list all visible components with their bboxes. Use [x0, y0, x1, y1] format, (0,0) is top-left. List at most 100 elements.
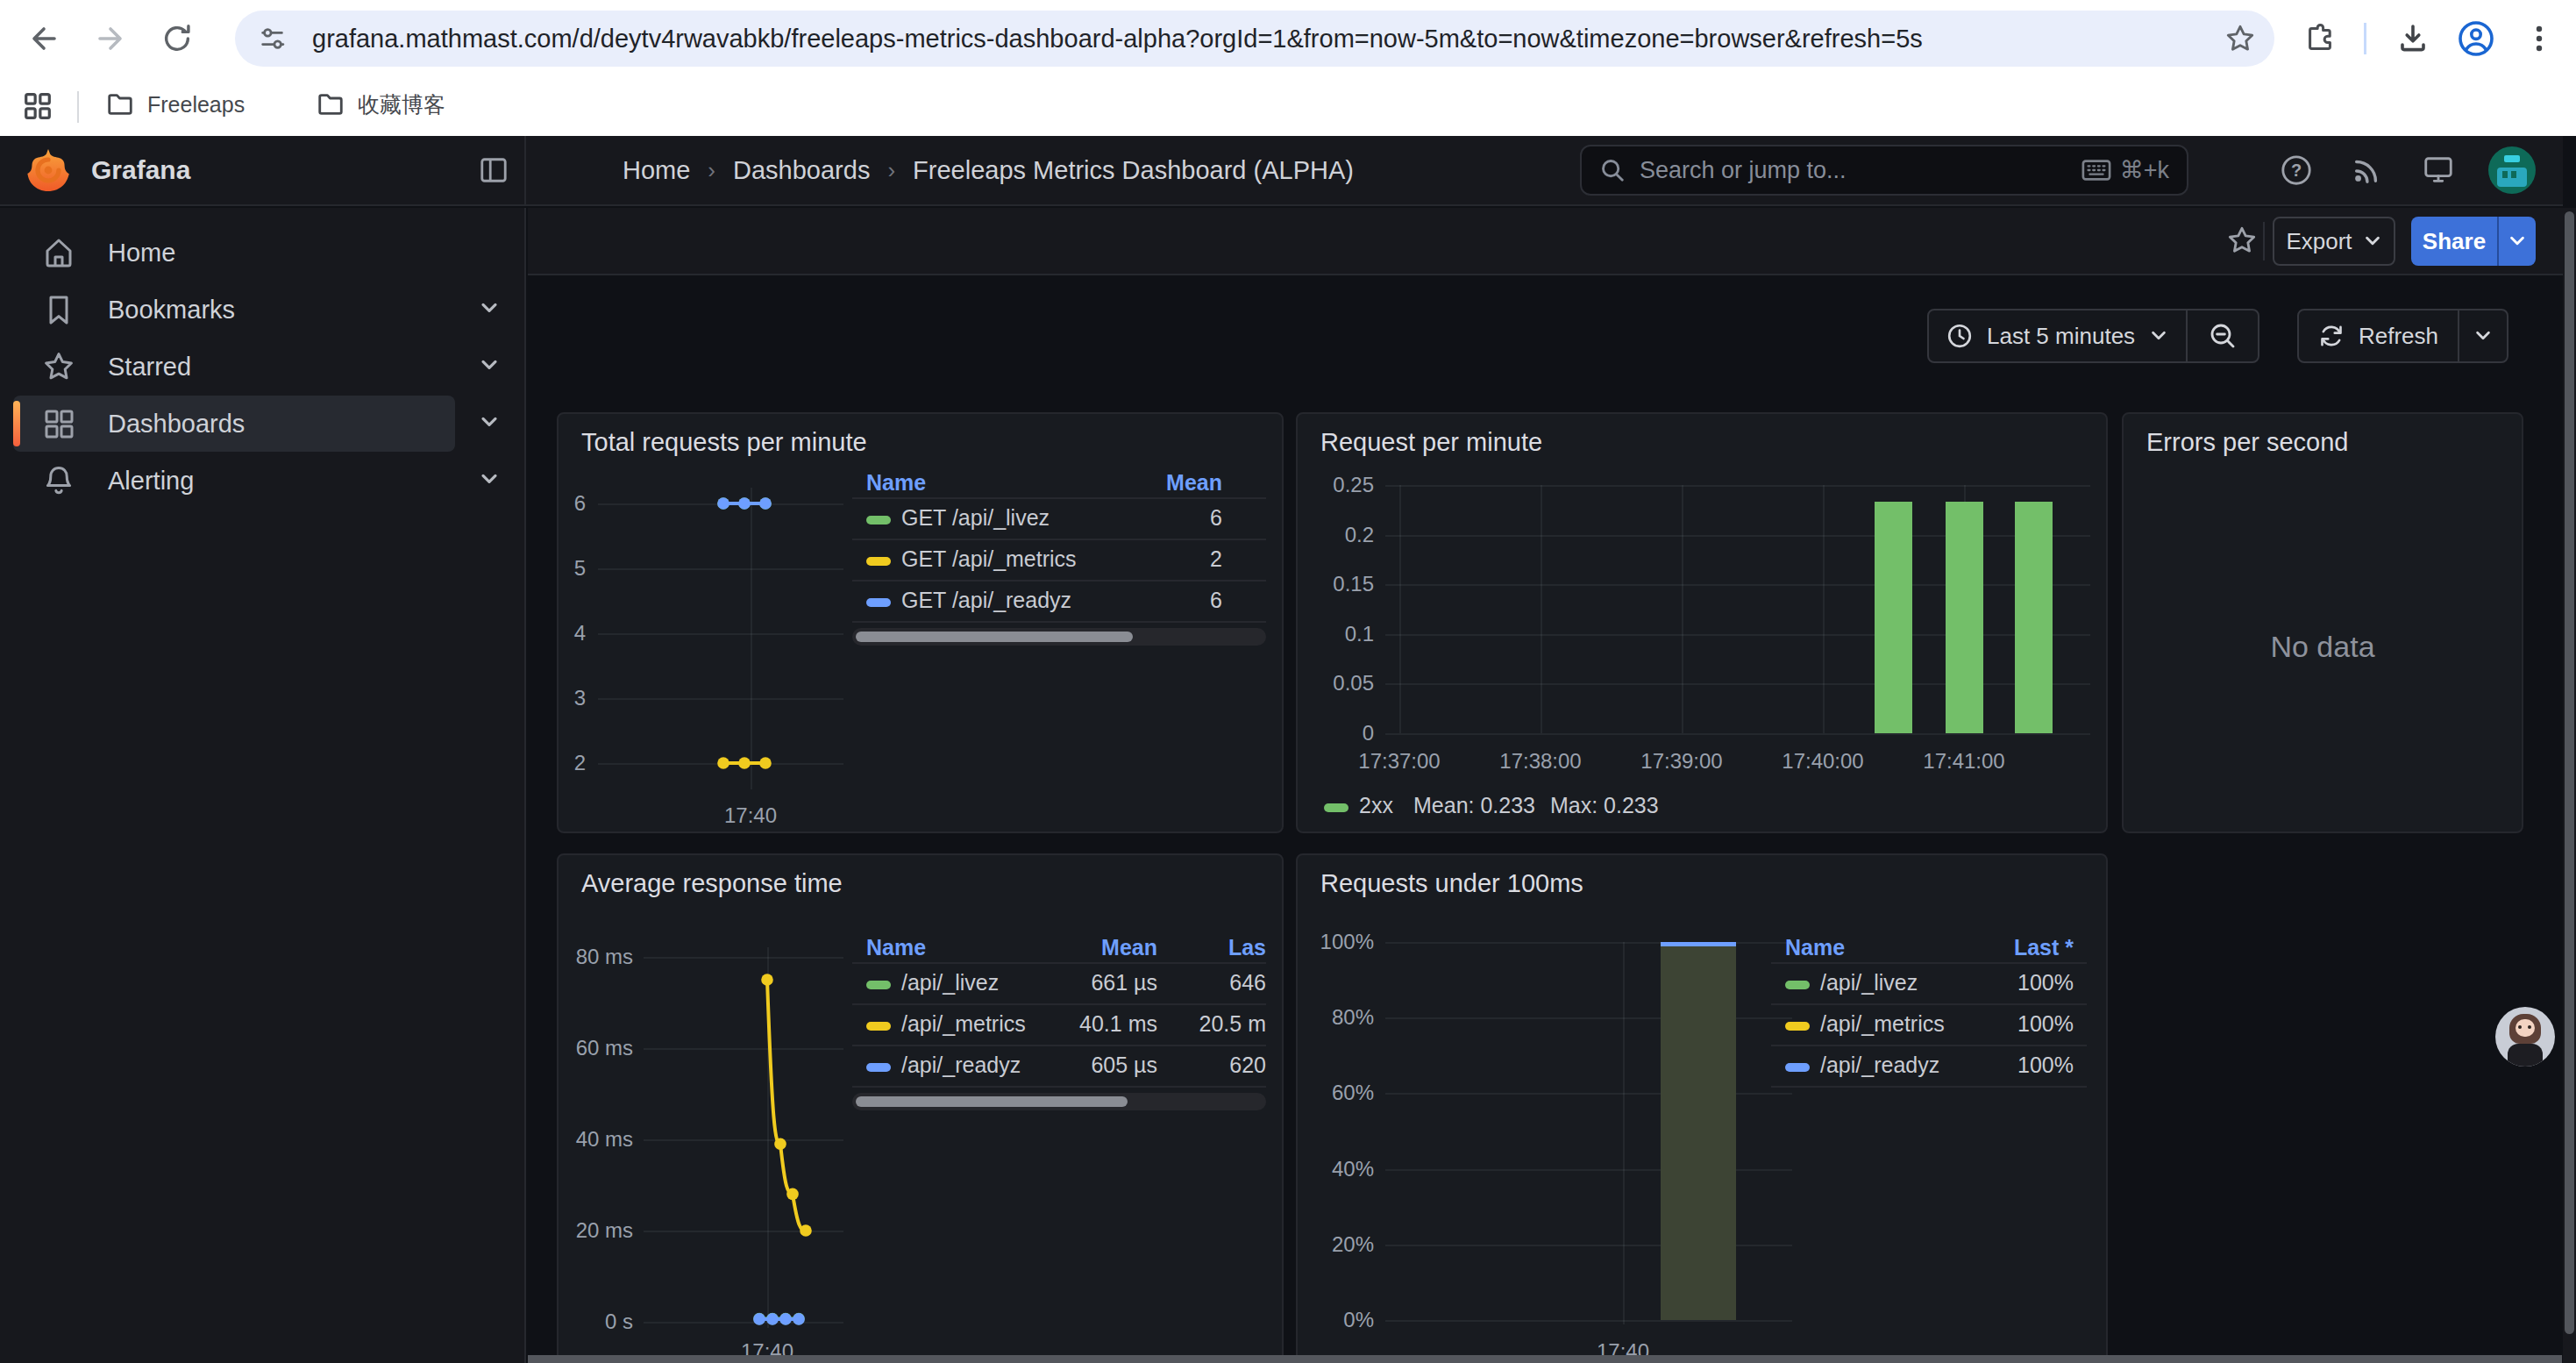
bookmark-folder-label: Freeleaps	[147, 92, 245, 118]
breadcrumb-home[interactable]: Home	[623, 156, 690, 185]
dashboards-icon	[41, 406, 76, 441]
search-shortcut: ⌘+k	[2120, 156, 2169, 184]
sidebar-item-starred[interactable]: Starred	[13, 339, 455, 395]
zoom-out-icon	[2209, 322, 2237, 350]
no-data-message: No data	[2124, 630, 2522, 664]
panel-errors-per-second[interactable]: Errors per second No data	[2122, 412, 2523, 833]
bookmark-folder-freeleaps[interactable]: Freeleaps	[105, 89, 245, 119]
downloads-icon[interactable]	[2383, 0, 2443, 77]
active-indicator	[13, 401, 20, 446]
grafana-header-left: Grafana	[0, 136, 526, 204]
chevron-down-icon[interactable]	[477, 410, 505, 438]
chevron-down-icon	[2508, 232, 2527, 251]
bookmarks-icon	[41, 292, 76, 327]
time-range-group: Last 5 minutes	[1927, 309, 2259, 363]
floating-avatar[interactable]	[2495, 1007, 2555, 1067]
zoom-out-button[interactable]	[2188, 310, 2258, 361]
dashboard-actions-bar: Export Share	[528, 208, 2563, 275]
user-avatar[interactable]	[2488, 146, 2536, 194]
keyboard-icon	[2081, 159, 2111, 182]
sidebar-item-alerting[interactable]: Alerting	[13, 453, 455, 509]
svg-text:?: ?	[2291, 161, 2302, 180]
clock-icon	[1946, 323, 1973, 349]
bookmarks-divider	[77, 91, 79, 123]
chevron-down-icon[interactable]	[477, 296, 505, 324]
share-menu-button[interactable]	[2497, 217, 2536, 266]
panel-title: Request per minute	[1320, 428, 1542, 457]
panel-title: Errors per second	[2146, 428, 2349, 457]
refresh-interval-button[interactable]	[2459, 310, 2507, 361]
reload-button[interactable]	[147, 0, 207, 77]
help-icon[interactable]: ?	[2280, 153, 2313, 187]
breadcrumb-dashboards[interactable]: Dashboards	[733, 156, 870, 185]
time-range-label: Last 5 minutes	[1987, 323, 2135, 350]
sidebar-item-label: Alerting	[108, 467, 194, 496]
collapse-sidebar-icon[interactable]	[479, 155, 509, 185]
toolbar-divider	[2364, 23, 2366, 54]
rss-icon[interactable]	[2352, 155, 2381, 185]
refresh-label: Refresh	[2359, 323, 2438, 350]
refresh-group: Refresh	[2297, 309, 2508, 363]
vertical-scrollbar[interactable]	[2563, 208, 2576, 1363]
grafana-brand: Grafana	[91, 155, 190, 185]
forward-button[interactable]	[81, 0, 140, 77]
breadcrumb-separator: ›	[708, 157, 715, 184]
panel-title: Total requests per minute	[581, 428, 867, 457]
site-settings-icon[interactable]	[258, 24, 288, 54]
panel-requests-under-100ms[interactable]: Requests under 100ms	[1296, 853, 2108, 1363]
search-icon	[1599, 157, 1626, 183]
export-button[interactable]: Export	[2273, 217, 2395, 266]
share-button[interactable]: Share	[2411, 217, 2497, 266]
sidebar: Home Bookmarks Starred Dashboards Alerting	[0, 208, 526, 1363]
chevron-down-icon	[2473, 326, 2493, 346]
favorite-star-icon[interactable]	[2225, 224, 2259, 257]
sidebar-item-label: Starred	[108, 353, 191, 382]
apps-grid-icon[interactable]	[21, 89, 54, 123]
application-window: grafana.mathmast.com/d/deytv4rwavabkb/fr…	[0, 0, 2576, 1363]
panel-total-requests-per-minute[interactable]: Total requests per minute	[557, 412, 1284, 833]
back-button[interactable]	[14, 0, 74, 77]
chevron-down-icon	[2149, 326, 2168, 346]
actions-divider	[2263, 222, 2265, 260]
sidebar-item-home[interactable]: Home	[13, 225, 455, 281]
monitor-icon[interactable]	[2422, 153, 2455, 187]
search-input[interactable]: Search or jump to... ⌘+k	[1580, 145, 2188, 196]
chevron-down-icon	[2363, 232, 2382, 251]
share-split-button: Share	[2411, 217, 2536, 266]
home-icon	[41, 235, 76, 270]
grafana-header: Grafana Home › Dashboards › Freeleaps Me…	[0, 136, 2563, 206]
browser-menu-icon[interactable]	[2509, 0, 2569, 77]
url-text[interactable]: grafana.mathmast.com/d/deytv4rwavabkb/fr…	[312, 25, 2224, 54]
url-bar[interactable]: grafana.mathmast.com/d/deytv4rwavabkb/fr…	[235, 11, 2274, 67]
starred-icon	[41, 349, 76, 384]
export-label: Export	[2286, 228, 2352, 255]
breadcrumb-current: Freeleaps Metrics Dashboard (ALPHA)	[913, 156, 1354, 185]
grafana-logo[interactable]	[25, 146, 72, 194]
bookmark-folder-blogs[interactable]: 收藏博客	[316, 89, 445, 119]
alerting-icon	[41, 463, 76, 498]
sidebar-item-label: Home	[108, 239, 175, 268]
sidebar-item-dashboards[interactable]: Dashboards	[13, 396, 455, 452]
bookmark-star-icon[interactable]	[2224, 22, 2257, 55]
sidebar-item-label: Bookmarks	[108, 296, 235, 325]
panel-request-per-minute[interactable]: Request per minute	[1296, 412, 2108, 833]
breadcrumb: Home › Dashboards › Freeleaps Metrics Da…	[623, 136, 1354, 204]
browser-toolbar: grafana.mathmast.com/d/deytv4rwavabkb/fr…	[0, 0, 2576, 77]
breadcrumb-separator: ›	[887, 157, 895, 184]
time-range-picker[interactable]: Last 5 minutes	[1929, 323, 2186, 350]
sidebar-item-bookmarks[interactable]: Bookmarks	[13, 282, 455, 338]
chevron-down-icon[interactable]	[477, 467, 505, 495]
refresh-icon	[2318, 323, 2345, 349]
horizontal-scrollbar[interactable]	[528, 1355, 2562, 1363]
panel-title: Average response time	[581, 869, 843, 898]
panel-average-response-time[interactable]: Average response time	[557, 853, 1284, 1363]
extensions-icon[interactable]	[2290, 0, 2350, 77]
search-placeholder: Search or jump to...	[1640, 157, 2081, 184]
profile-icon[interactable]	[2446, 0, 2506, 77]
sidebar-item-label: Dashboards	[108, 410, 245, 439]
bookmark-folder-label: 收藏博客	[358, 90, 445, 119]
refresh-button[interactable]: Refresh	[2299, 323, 2458, 350]
share-label: Share	[2423, 228, 2486, 255]
chevron-down-icon[interactable]	[477, 353, 505, 381]
panel-title: Requests under 100ms	[1320, 869, 1583, 898]
